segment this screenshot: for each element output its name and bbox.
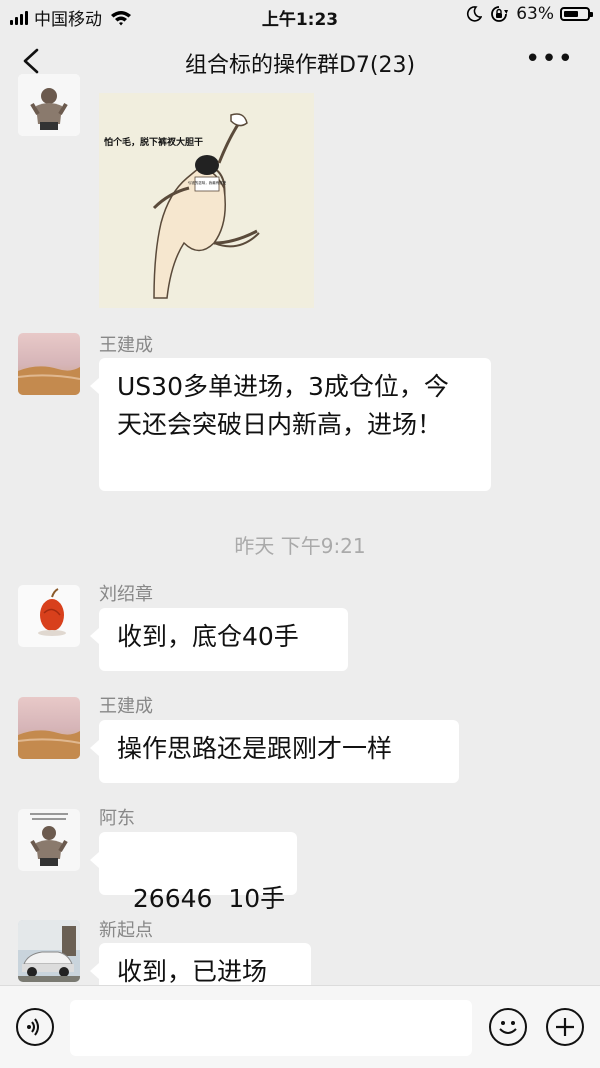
sender-name: 新起点 <box>99 920 153 941</box>
message-input[interactable] <box>70 1000 472 1056</box>
add-button[interactable] <box>546 1008 584 1046</box>
chat-title: 组合标的操作群D7(23) <box>184 53 416 78</box>
sticker-sign: 亏钱的滋味，我最有感受 <box>188 180 227 185</box>
input-bar <box>0 985 600 1068</box>
message-text: 操作思路还是跟刚才一样 <box>117 734 393 763</box>
emoji-button[interactable] <box>489 1008 527 1046</box>
sender-name: 王建成 <box>99 335 153 356</box>
battery-percent: 63% <box>516 4 554 24</box>
avatar-wangjiancheng[interactable] <box>18 697 80 759</box>
rotation-lock-icon <box>491 6 509 22</box>
sender-name: 刘绍章 <box>99 584 153 605</box>
message-text: 收到，底仓40手 <box>117 622 299 651</box>
voice-icon <box>27 1018 39 1036</box>
sticker-caption: 怕个毛，脱下裤衩大胆干 <box>104 136 203 148</box>
message-bubble[interactable]: US30多单进场，3成仓位，今天还会突破日内新高，进场！ <box>90 358 491 491</box>
timestamp: 昨天 下午9:21 <box>234 534 366 558</box>
more-icon[interactable]: ••• <box>525 46 574 72</box>
battery-fill <box>564 11 578 17</box>
status-bar: 中国移动 上午1:23 63% <box>0 0 600 30</box>
message-text: 收到，已进场 <box>117 957 268 986</box>
avatar-adong-top[interactable] <box>18 74 80 136</box>
moon-icon <box>467 6 483 22</box>
message-bubble[interactable]: 收到，底仓40手 <box>90 608 348 671</box>
message-text: 26646 10手 <box>132 884 286 913</box>
sticker-image[interactable]: 亏钱的滋味，我最有感受 怕个毛，脱下裤衩大胆干 <box>99 93 314 308</box>
avatar-xinqidian[interactable] <box>18 920 80 982</box>
battery-icon <box>560 7 593 21</box>
sender-name: 王建成 <box>99 696 153 717</box>
message-text: US30多单进场，3成仓位，今天还会突破日内新高，进场！ <box>117 372 449 439</box>
avatar-adong[interactable] <box>18 809 80 871</box>
nav-bar: 组合标的操作群D7(23) ••• <box>0 30 600 92</box>
sender-name: 阿东 <box>99 808 135 829</box>
voice-button[interactable] <box>16 1008 54 1046</box>
message-bubble[interactable]: 操作思路还是跟刚才一样 <box>90 720 459 783</box>
plus-icon <box>556 1018 574 1036</box>
message-bubble[interactable]: 26646 10手 <box>90 832 297 913</box>
status-right: 63% <box>466 4 593 24</box>
avatar-liushaozhang[interactable] <box>18 585 80 647</box>
avatar-wangjiancheng[interactable] <box>18 333 80 395</box>
emoji-icon <box>499 1021 517 1034</box>
